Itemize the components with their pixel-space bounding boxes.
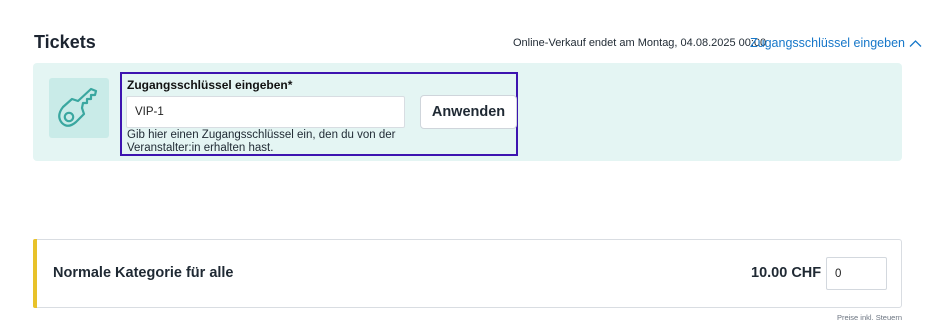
chevron-up-icon xyxy=(909,39,922,47)
access-key-toggle-label: Zugangsschlüssel eingeben xyxy=(750,36,905,50)
key-icon xyxy=(58,87,98,127)
access-key-helper-text: Gib hier einen Zugangsschlüssel ein, den… xyxy=(127,129,396,154)
tax-note: Preise inkl. Steuern xyxy=(836,313,902,322)
ticket-price: 10.00 CHF xyxy=(751,265,822,281)
access-key-input[interactable] xyxy=(126,96,405,128)
apply-button[interactable]: Anwenden xyxy=(420,95,517,129)
ticket-category-name: Normale Kategorie für alle xyxy=(53,265,234,281)
tickets-title: Tickets xyxy=(34,32,96,52)
key-icon-box xyxy=(49,78,109,138)
category-accent-bar xyxy=(33,239,37,308)
access-key-label: Zugangsschlüssel eingeben* xyxy=(127,78,293,92)
sale-end-text: Online-Verkauf endet am Montag, 04.08.20… xyxy=(513,37,767,49)
access-key-panel: Zugangsschlüssel eingeben* Anwenden Gib … xyxy=(33,63,902,161)
ticket-category-row: Normale Kategorie für alle 10.00 CHF xyxy=(33,239,902,308)
ticket-quantity-input[interactable] xyxy=(826,257,887,290)
access-key-toggle-link[interactable]: Zugangsschlüssel eingeben xyxy=(750,36,922,50)
